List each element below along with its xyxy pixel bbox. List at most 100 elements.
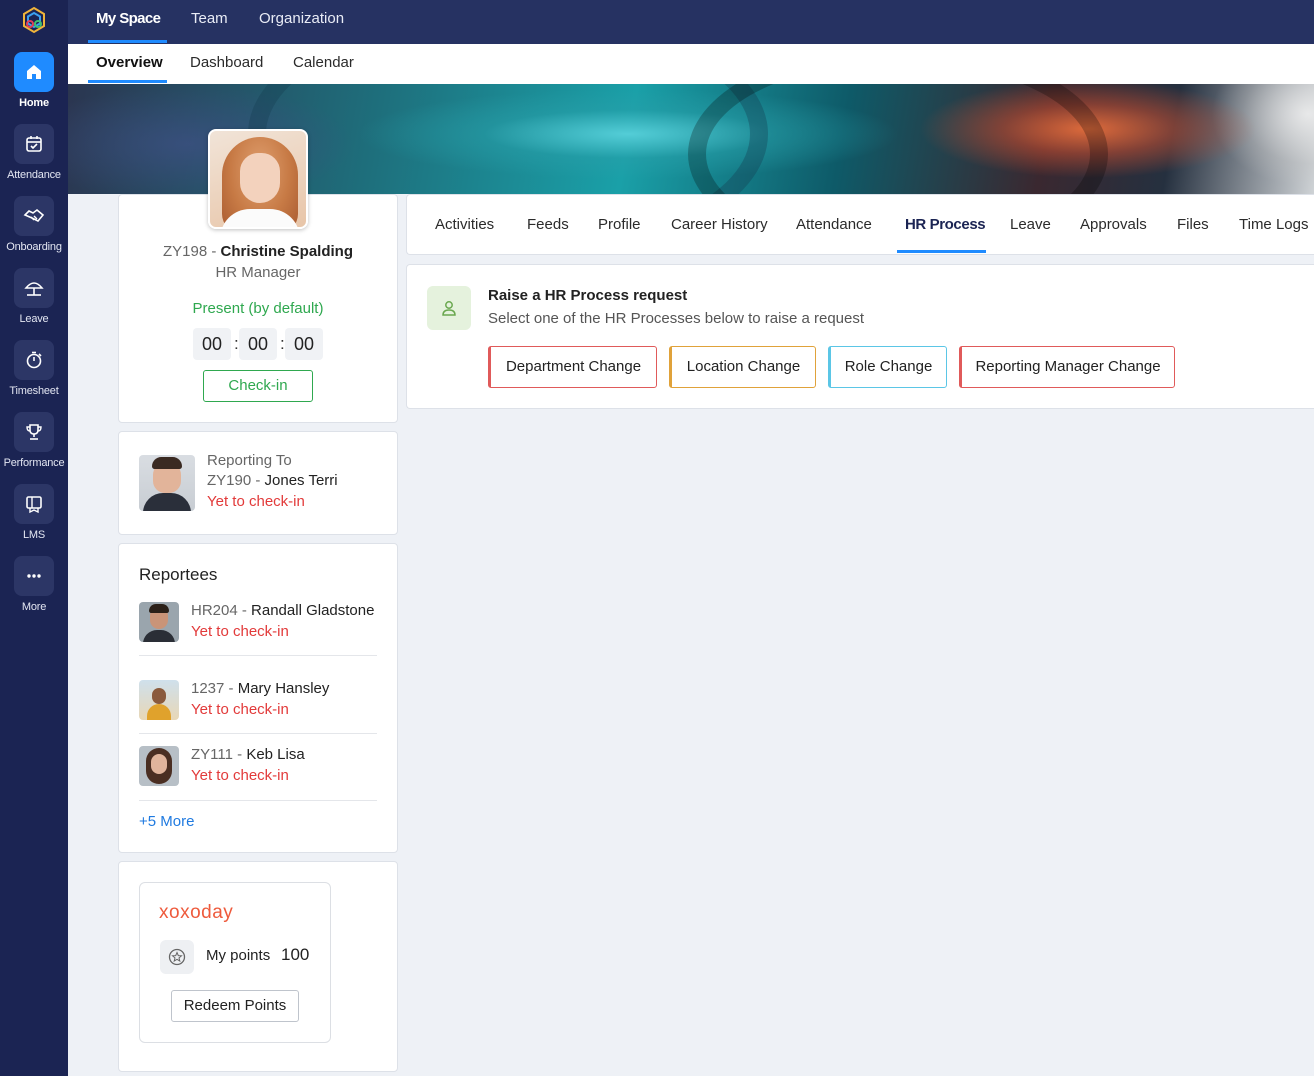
employee-id: ZY111 - — [191, 746, 247, 763]
home-icon — [14, 52, 54, 92]
sidebar-item-performance[interactable]: Performance — [0, 412, 68, 484]
reportee-status: Yet to check-in — [191, 701, 289, 718]
app-logo-icon[interactable] — [20, 6, 48, 34]
manager-avatar[interactable] — [139, 455, 195, 511]
sidebar-item-more[interactable]: More — [0, 556, 68, 628]
sidebar-item-label: Timesheet — [9, 385, 59, 397]
reporting-manager-change-button[interactable]: Reporting Manager Change — [959, 346, 1175, 388]
avatar-shirt — [147, 704, 171, 720]
avatar-hair — [152, 457, 182, 469]
tab-time-logs[interactable]: Time Logs — [1239, 216, 1308, 233]
calendar-check-icon — [14, 124, 54, 164]
tab-files[interactable]: Files — [1177, 216, 1209, 233]
list-divider — [139, 655, 377, 656]
sidebar-item-label: Home — [19, 97, 49, 109]
sidebar-item-onboarding[interactable]: Onboarding — [0, 196, 68, 268]
reportee-avatar[interactable] — [139, 602, 179, 642]
reportee-status: Yet to check-in — [191, 623, 289, 640]
reportee-name[interactable]: Keb Lisa — [246, 746, 304, 763]
profile-employee: ZY198 - Christine Spalding — [118, 243, 398, 260]
tab-leave[interactable]: Leave — [1010, 216, 1051, 233]
tab-calendar[interactable]: Calendar — [293, 44, 354, 84]
active-tab-indicator — [897, 250, 986, 253]
profile-photo[interactable] — [208, 129, 308, 229]
reportee-employee: ZY111 - Keb Lisa — [191, 746, 305, 763]
banner-texture — [688, 84, 1108, 194]
reportee-avatar[interactable] — [139, 680, 179, 720]
attendance-status: Present (by default) — [192, 300, 324, 317]
sidebar-item-label: Leave — [19, 313, 49, 325]
tab-activities[interactable]: Activities — [435, 216, 494, 233]
employee-id: ZY190 - — [207, 472, 265, 489]
more-reportees-link[interactable]: +5 More — [139, 813, 194, 830]
list-divider — [139, 733, 377, 734]
reportee-employee: HR204 - Randall Gladstone — [191, 602, 374, 619]
manager-employee: ZY190 - Jones Terri — [207, 472, 338, 489]
trophy-icon — [14, 412, 54, 452]
tab-dashboard[interactable]: Dashboard — [190, 44, 263, 84]
avatar-suit — [143, 493, 191, 511]
tab-my-space[interactable]: My Space — [96, 0, 161, 44]
sidebar-item-label: More — [21, 601, 47, 613]
employee-name[interactable]: Christine Spalding — [221, 243, 354, 260]
avatar-face — [152, 688, 166, 704]
tab-team[interactable]: Team — [191, 0, 228, 44]
employee-id: 1237 - — [191, 680, 238, 697]
tab-hr-process[interactable]: HR Process — [905, 216, 986, 233]
sidebar-item-attendance[interactable]: Attendance — [0, 124, 68, 196]
book-icon — [14, 484, 54, 524]
points-value: 100 — [281, 945, 310, 964]
hr-process-subtitle: Select one of the HR Processes below to … — [488, 310, 865, 327]
reportee-name[interactable]: Randall Gladstone — [251, 602, 374, 619]
sidebar-item-timesheet[interactable]: Timesheet — [0, 340, 68, 412]
xoxoday-logo: xoxoday — [159, 902, 234, 923]
timer-seconds: 00 — [285, 328, 323, 360]
more-dots-icon — [14, 556, 54, 596]
avatar-face — [151, 754, 167, 774]
user-request-icon — [427, 286, 471, 330]
sidebar-item-leave[interactable]: Leave — [0, 268, 68, 340]
left-sidebar: Home Attendance Onboarding Leave Timeshe… — [0, 0, 68, 1076]
handshake-icon — [14, 196, 54, 236]
points-label: My points — [206, 947, 271, 964]
reporting-to-label: Reporting To — [207, 452, 292, 469]
reportee-name[interactable]: Mary Hansley — [238, 680, 330, 697]
sub-nav-bar: Overview Dashboard Calendar — [68, 44, 1314, 84]
sidebar-item-lms[interactable]: LMS — [0, 484, 68, 556]
sidebar-item-label: Attendance — [7, 169, 61, 181]
tab-organization[interactable]: Organization — [259, 0, 344, 44]
avatar-hair — [149, 604, 169, 613]
location-change-button[interactable]: Location Change — [669, 346, 816, 388]
employee-id: ZY198 - — [162, 243, 221, 260]
timer-minutes: 00 — [239, 328, 277, 360]
list-divider — [139, 800, 377, 801]
tab-profile[interactable]: Profile — [598, 216, 641, 233]
manager-name[interactable]: Jones Terri — [265, 472, 338, 489]
tab-feeds[interactable]: Feeds — [527, 216, 569, 233]
active-subtab-indicator — [88, 80, 167, 83]
active-tab-indicator — [88, 40, 167, 43]
employee-designation: HR Manager — [215, 264, 301, 281]
reportee-status: Yet to check-in — [191, 767, 289, 784]
stopwatch-icon — [14, 340, 54, 380]
timer-hours: 00 — [193, 328, 231, 360]
star-badge-icon — [160, 940, 194, 974]
umbrella-icon — [14, 268, 54, 308]
reportee-employee: 1237 - Mary Hansley — [191, 680, 329, 697]
tab-approvals[interactable]: Approvals — [1080, 216, 1147, 233]
manager-status: Yet to check-in — [207, 493, 305, 510]
sidebar-item-label: Performance — [3, 457, 65, 469]
tab-career-history[interactable]: Career History — [671, 216, 768, 233]
sidebar-item-label: LMS — [22, 529, 46, 541]
tab-overview[interactable]: Overview — [96, 44, 163, 84]
redeem-points-button[interactable]: Redeem Points — [171, 990, 299, 1022]
role-change-button[interactable]: Role Change — [828, 346, 947, 388]
sidebar-item-home[interactable]: Home — [0, 52, 68, 124]
reportee-avatar[interactable] — [139, 746, 179, 786]
tab-attendance[interactable]: Attendance — [796, 216, 872, 233]
department-change-button[interactable]: Department Change — [488, 346, 657, 388]
reportees-title: Reportees — [139, 565, 218, 584]
photo-face — [240, 153, 280, 203]
sidebar-item-label: Onboarding — [6, 241, 62, 253]
check-in-button[interactable]: Check-in — [203, 370, 313, 402]
